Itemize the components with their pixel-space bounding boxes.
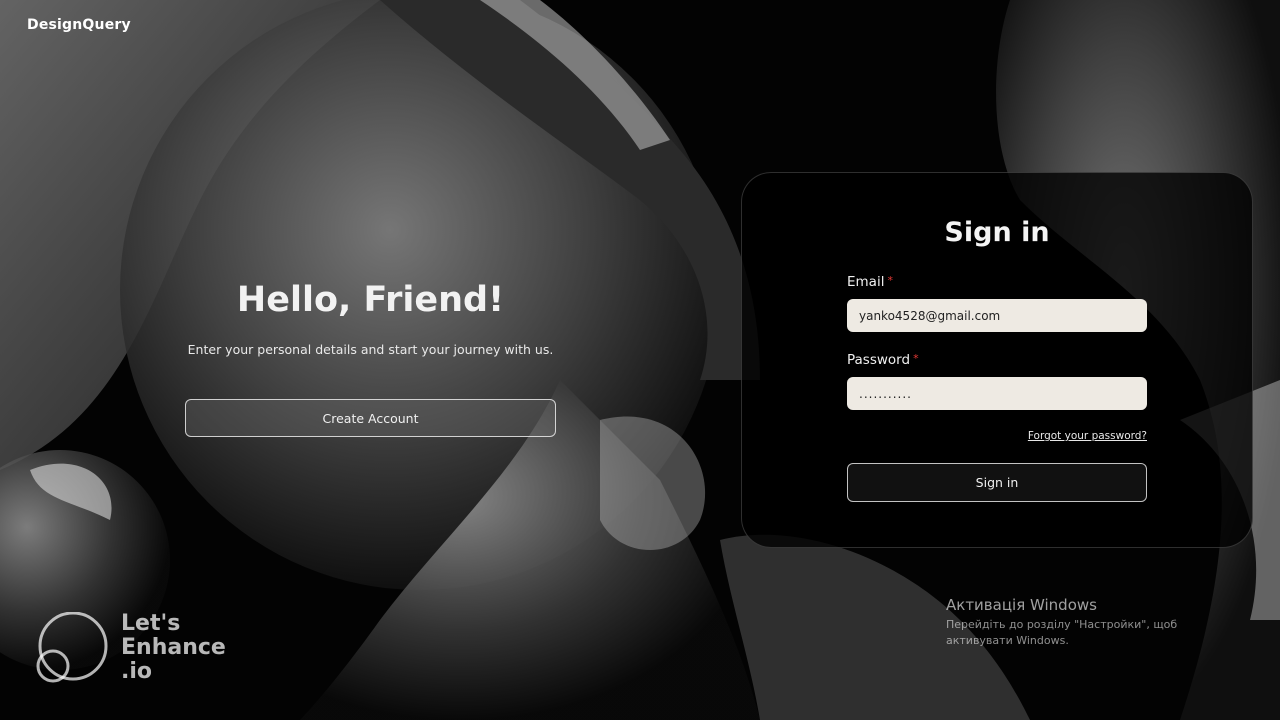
create-account-button[interactable]: Create Account <box>185 399 556 437</box>
letsenhance-watermark: Let's Enhance .io <box>121 612 226 684</box>
welcome-section: Hello, Friend! Enter your personal detai… <box>185 280 556 357</box>
login-page: DesignQuery Hello, Friend! Enter your pe… <box>0 0 1280 720</box>
signin-panel: Sign in Email* Password* Forgot your pas… <box>741 172 1253 548</box>
signin-title: Sign in <box>944 217 1050 248</box>
windows-activation-message: Перейдіть до розділу "Настройки", щоб ак… <box>946 618 1178 647</box>
brand-logo[interactable]: DesignQuery <box>27 17 131 33</box>
letsenhance-logo-icon <box>36 612 108 683</box>
password-required-mark: * <box>913 352 919 365</box>
watermark-line1: Let's <box>121 611 181 636</box>
watermark-line3: .io <box>121 659 153 684</box>
password-field[interactable] <box>847 377 1147 410</box>
welcome-subtitle: Enter your personal details and start yo… <box>187 342 554 357</box>
watermark-line2: Enhance <box>121 635 226 660</box>
forgot-password-link[interactable]: Forgot your password? <box>847 430 1147 442</box>
password-label-text: Password <box>847 352 911 368</box>
password-label: Password * <box>847 352 919 368</box>
email-field[interactable] <box>847 299 1147 332</box>
email-label-text: Email <box>847 274 885 290</box>
windows-activation-title: Активація Windows <box>946 596 1097 614</box>
email-required-mark: * <box>887 274 893 287</box>
email-label: Email * <box>847 274 893 290</box>
welcome-title: Hello, Friend! <box>236 280 505 320</box>
signin-button[interactable]: Sign in <box>847 463 1147 502</box>
